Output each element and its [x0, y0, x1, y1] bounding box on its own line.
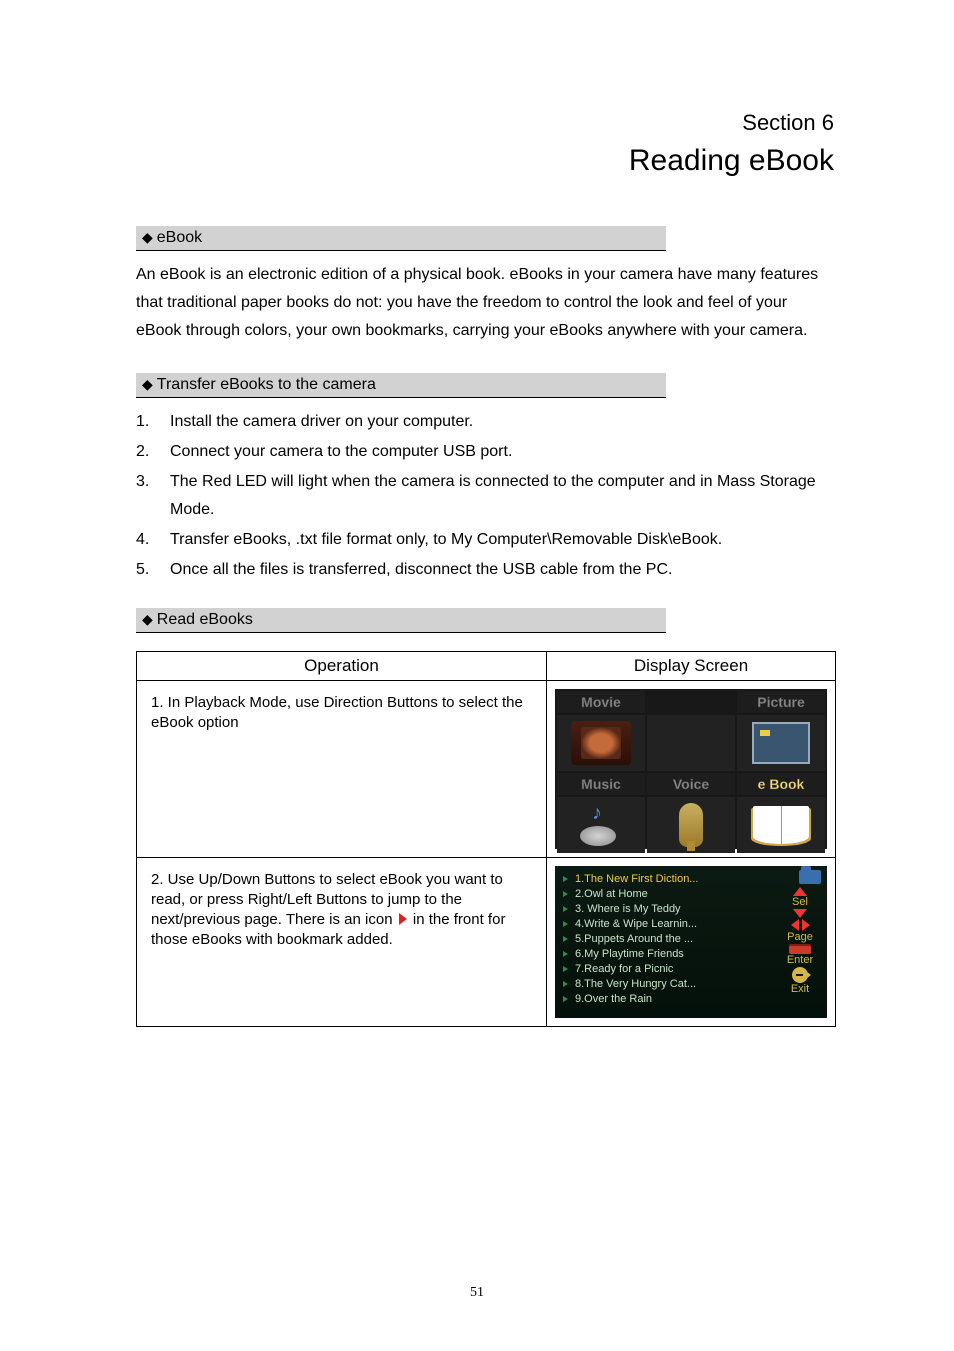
ebook-item: 9.Over the Rain	[563, 992, 775, 1007]
subhead-read-label: Read eBooks	[157, 611, 253, 628]
menu-movie-icon	[557, 715, 645, 771]
diamond-icon: ◆	[142, 229, 153, 246]
menu-ebook-label: e Book	[737, 773, 825, 795]
diamond-icon: ◆	[142, 611, 153, 628]
section-number: Section 6	[136, 110, 836, 136]
ebook-item: 3. Where is My Teddy	[563, 902, 775, 917]
menu-music-label: Music	[557, 773, 645, 795]
menu-voice-icon	[647, 797, 735, 853]
operation-table: Operation Display Screen 1. In Playback …	[136, 651, 836, 1027]
arrow-right-icon	[802, 919, 810, 931]
section-title: Reading eBook	[136, 144, 836, 178]
ebook-side-controls: Sel Page Enter Exit	[779, 866, 827, 1018]
row2-display: 1.The New First Diction... 2.Owl at Home…	[547, 858, 836, 1027]
menu-picture-label: Picture	[737, 691, 825, 713]
menu-music-icon	[557, 797, 645, 853]
subhead-transfer: ◆Transfer eBooks to the camera	[136, 373, 666, 398]
step-item: Transfer eBooks, .txt file format only, …	[136, 526, 836, 554]
diamond-icon: ◆	[142, 376, 153, 393]
ebook-item: 4.Write & Wipe Learnin...	[563, 917, 775, 932]
ebook-icon	[753, 806, 809, 844]
movie-icon	[571, 721, 631, 765]
exit-label: Exit	[791, 984, 809, 995]
bookmark-icon	[399, 913, 407, 925]
subhead-ebook-label: eBook	[157, 229, 202, 246]
row1-display: Movie Picture Music Voice e Book	[547, 681, 836, 858]
menu-spacer-icon	[647, 715, 735, 771]
ebook-list-screen: 1.The New First Diction... 2.Owl at Home…	[555, 866, 827, 1018]
music-icon	[576, 802, 626, 848]
enter-label: Enter	[787, 955, 813, 966]
arrow-up-icon	[793, 887, 807, 896]
arrow-left-icon	[791, 919, 799, 931]
intro-paragraph: An eBook is an electronic edition of a p…	[136, 261, 836, 345]
ebook-list: 1.The New First Diction... 2.Owl at Home…	[555, 866, 779, 1018]
step-item: The Red LED will light when the camera i…	[136, 468, 836, 524]
ebook-item: 7.Ready for a Picnic	[563, 962, 775, 977]
folder-icon	[799, 870, 821, 884]
voice-icon	[679, 803, 703, 847]
col-operation: Operation	[137, 652, 547, 681]
page-number: 51	[0, 1285, 954, 1301]
enter-icon	[789, 944, 811, 954]
ebook-item: 6.My Playtime Friends	[563, 947, 775, 962]
ebook-item: 5.Puppets Around the ...	[563, 932, 775, 947]
subhead-read: ◆Read eBooks	[136, 608, 666, 633]
picture-icon	[752, 722, 810, 764]
sel-label: Sel	[792, 897, 808, 908]
menu-ebook-icon	[737, 797, 825, 853]
page-label: Page	[787, 932, 813, 943]
menu-picture-icon	[737, 715, 825, 771]
subhead-transfer-label: Transfer eBooks to the camera	[157, 376, 376, 393]
col-display: Display Screen	[547, 652, 836, 681]
transfer-steps: Install the camera driver on your comput…	[136, 408, 836, 584]
menu-movie-label: Movie	[557, 691, 645, 713]
step-item: Install the camera driver on your comput…	[136, 408, 836, 436]
arrow-down-icon	[793, 909, 807, 918]
row2-operation: 2. Use Up/Down Buttons to select eBook y…	[137, 858, 547, 1027]
step-item: Once all the files is transferred, disco…	[136, 556, 836, 584]
exit-icon	[792, 967, 808, 983]
row1-operation: 1. In Playback Mode, use Direction Butto…	[137, 681, 547, 858]
menu-voice-label: Voice	[647, 773, 735, 795]
playback-menu-screen: Movie Picture Music Voice e Book	[555, 689, 827, 849]
ebook-item: 8.The Very Hungry Cat...	[563, 977, 775, 992]
ebook-item: 2.Owl at Home	[563, 887, 775, 902]
step-item: Connect your camera to the computer USB …	[136, 438, 836, 466]
ebook-item-selected: 1.The New First Diction...	[563, 872, 775, 887]
subhead-ebook: ◆eBook	[136, 226, 666, 251]
